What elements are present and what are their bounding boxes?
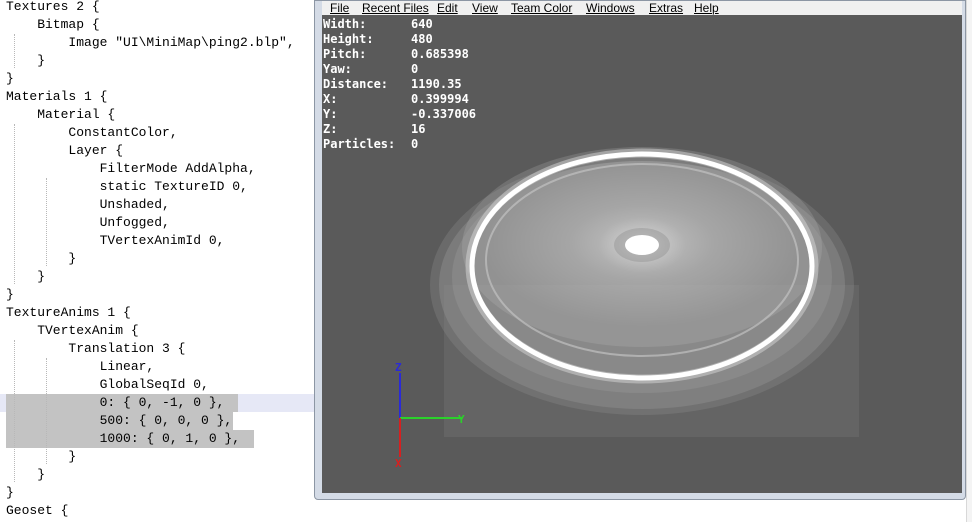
indent-guide — [14, 340, 15, 482]
menu-recent-files[interactable]: Recent Files — [362, 1, 429, 15]
code-line: 500: { 0, 0, 0 }, — [6, 413, 233, 428]
code-line: TVertexAnim { — [6, 323, 139, 338]
code-line: Material { — [6, 107, 116, 122]
ping-center — [598, 217, 686, 273]
code-line: } — [6, 467, 46, 482]
code-line: 0: { 0, -1, 0 }, — [6, 395, 225, 410]
code-line: } — [6, 287, 14, 302]
3d-viewport[interactable]: Z Y X Width: 640 Height: 480 Pitch: 0.68539… — [322, 15, 962, 493]
code-line: } — [6, 251, 77, 266]
indent-guide — [14, 124, 15, 284]
background-window-edge — [966, 0, 972, 522]
code-line: ConstantColor, — [6, 125, 178, 140]
code-line: Textures 2 { — [6, 0, 100, 14]
indent-guide — [14, 34, 15, 68]
code-line: TextureAnims 1 { — [6, 305, 131, 320]
code-line: Bitmap { — [6, 17, 100, 32]
code-line: TVertexAnimId 0, — [6, 233, 225, 248]
code-line: } — [6, 71, 14, 86]
code-line: FilterMode AddAlpha, — [6, 161, 256, 176]
indent-guide — [46, 358, 47, 464]
code-line: } — [6, 269, 46, 284]
code-line: Linear, — [6, 359, 155, 374]
menu-help[interactable]: Help — [694, 1, 719, 15]
code-line: Geoset { — [6, 503, 69, 518]
y-axis-label: Y — [458, 413, 465, 426]
code-line: Image "UI\MiniMap\ping2.blp", — [6, 35, 295, 50]
code-line: } — [6, 449, 77, 464]
code-line: Unfogged, — [6, 215, 170, 230]
model-viewer-window: File Recent Files Edit View Team Color W… — [314, 0, 966, 500]
code-line: static TextureID 0, — [6, 179, 248, 194]
code-line: Translation 3 { — [6, 341, 186, 356]
z-axis-label: Z — [395, 361, 402, 374]
code-line: GlobalSeqId 0, — [6, 377, 209, 392]
menu-windows[interactable]: Windows — [586, 1, 635, 15]
indent-guide — [46, 178, 47, 266]
menu-extras[interactable]: Extras — [649, 1, 683, 15]
code-line: Layer { — [6, 143, 124, 158]
code-editor[interactable]: Textures 2 { Bitmap { Image "UI\MiniMap\… — [0, 0, 315, 522]
menu-bar: File Recent Files Edit View Team Color W… — [322, 1, 962, 15]
menu-file[interactable]: File — [330, 1, 349, 15]
code-line: Unshaded, — [6, 197, 170, 212]
code-line: 1000: { 0, 1, 0 }, — [6, 431, 241, 446]
menu-view[interactable]: View — [472, 1, 498, 15]
code-line: } — [6, 485, 14, 500]
menu-team-color[interactable]: Team Color — [511, 1, 572, 15]
menu-edit[interactable]: Edit — [437, 1, 458, 15]
code-line: } — [6, 53, 46, 68]
x-axis-label: X — [395, 457, 402, 470]
code-line: Materials 1 { — [6, 89, 108, 104]
